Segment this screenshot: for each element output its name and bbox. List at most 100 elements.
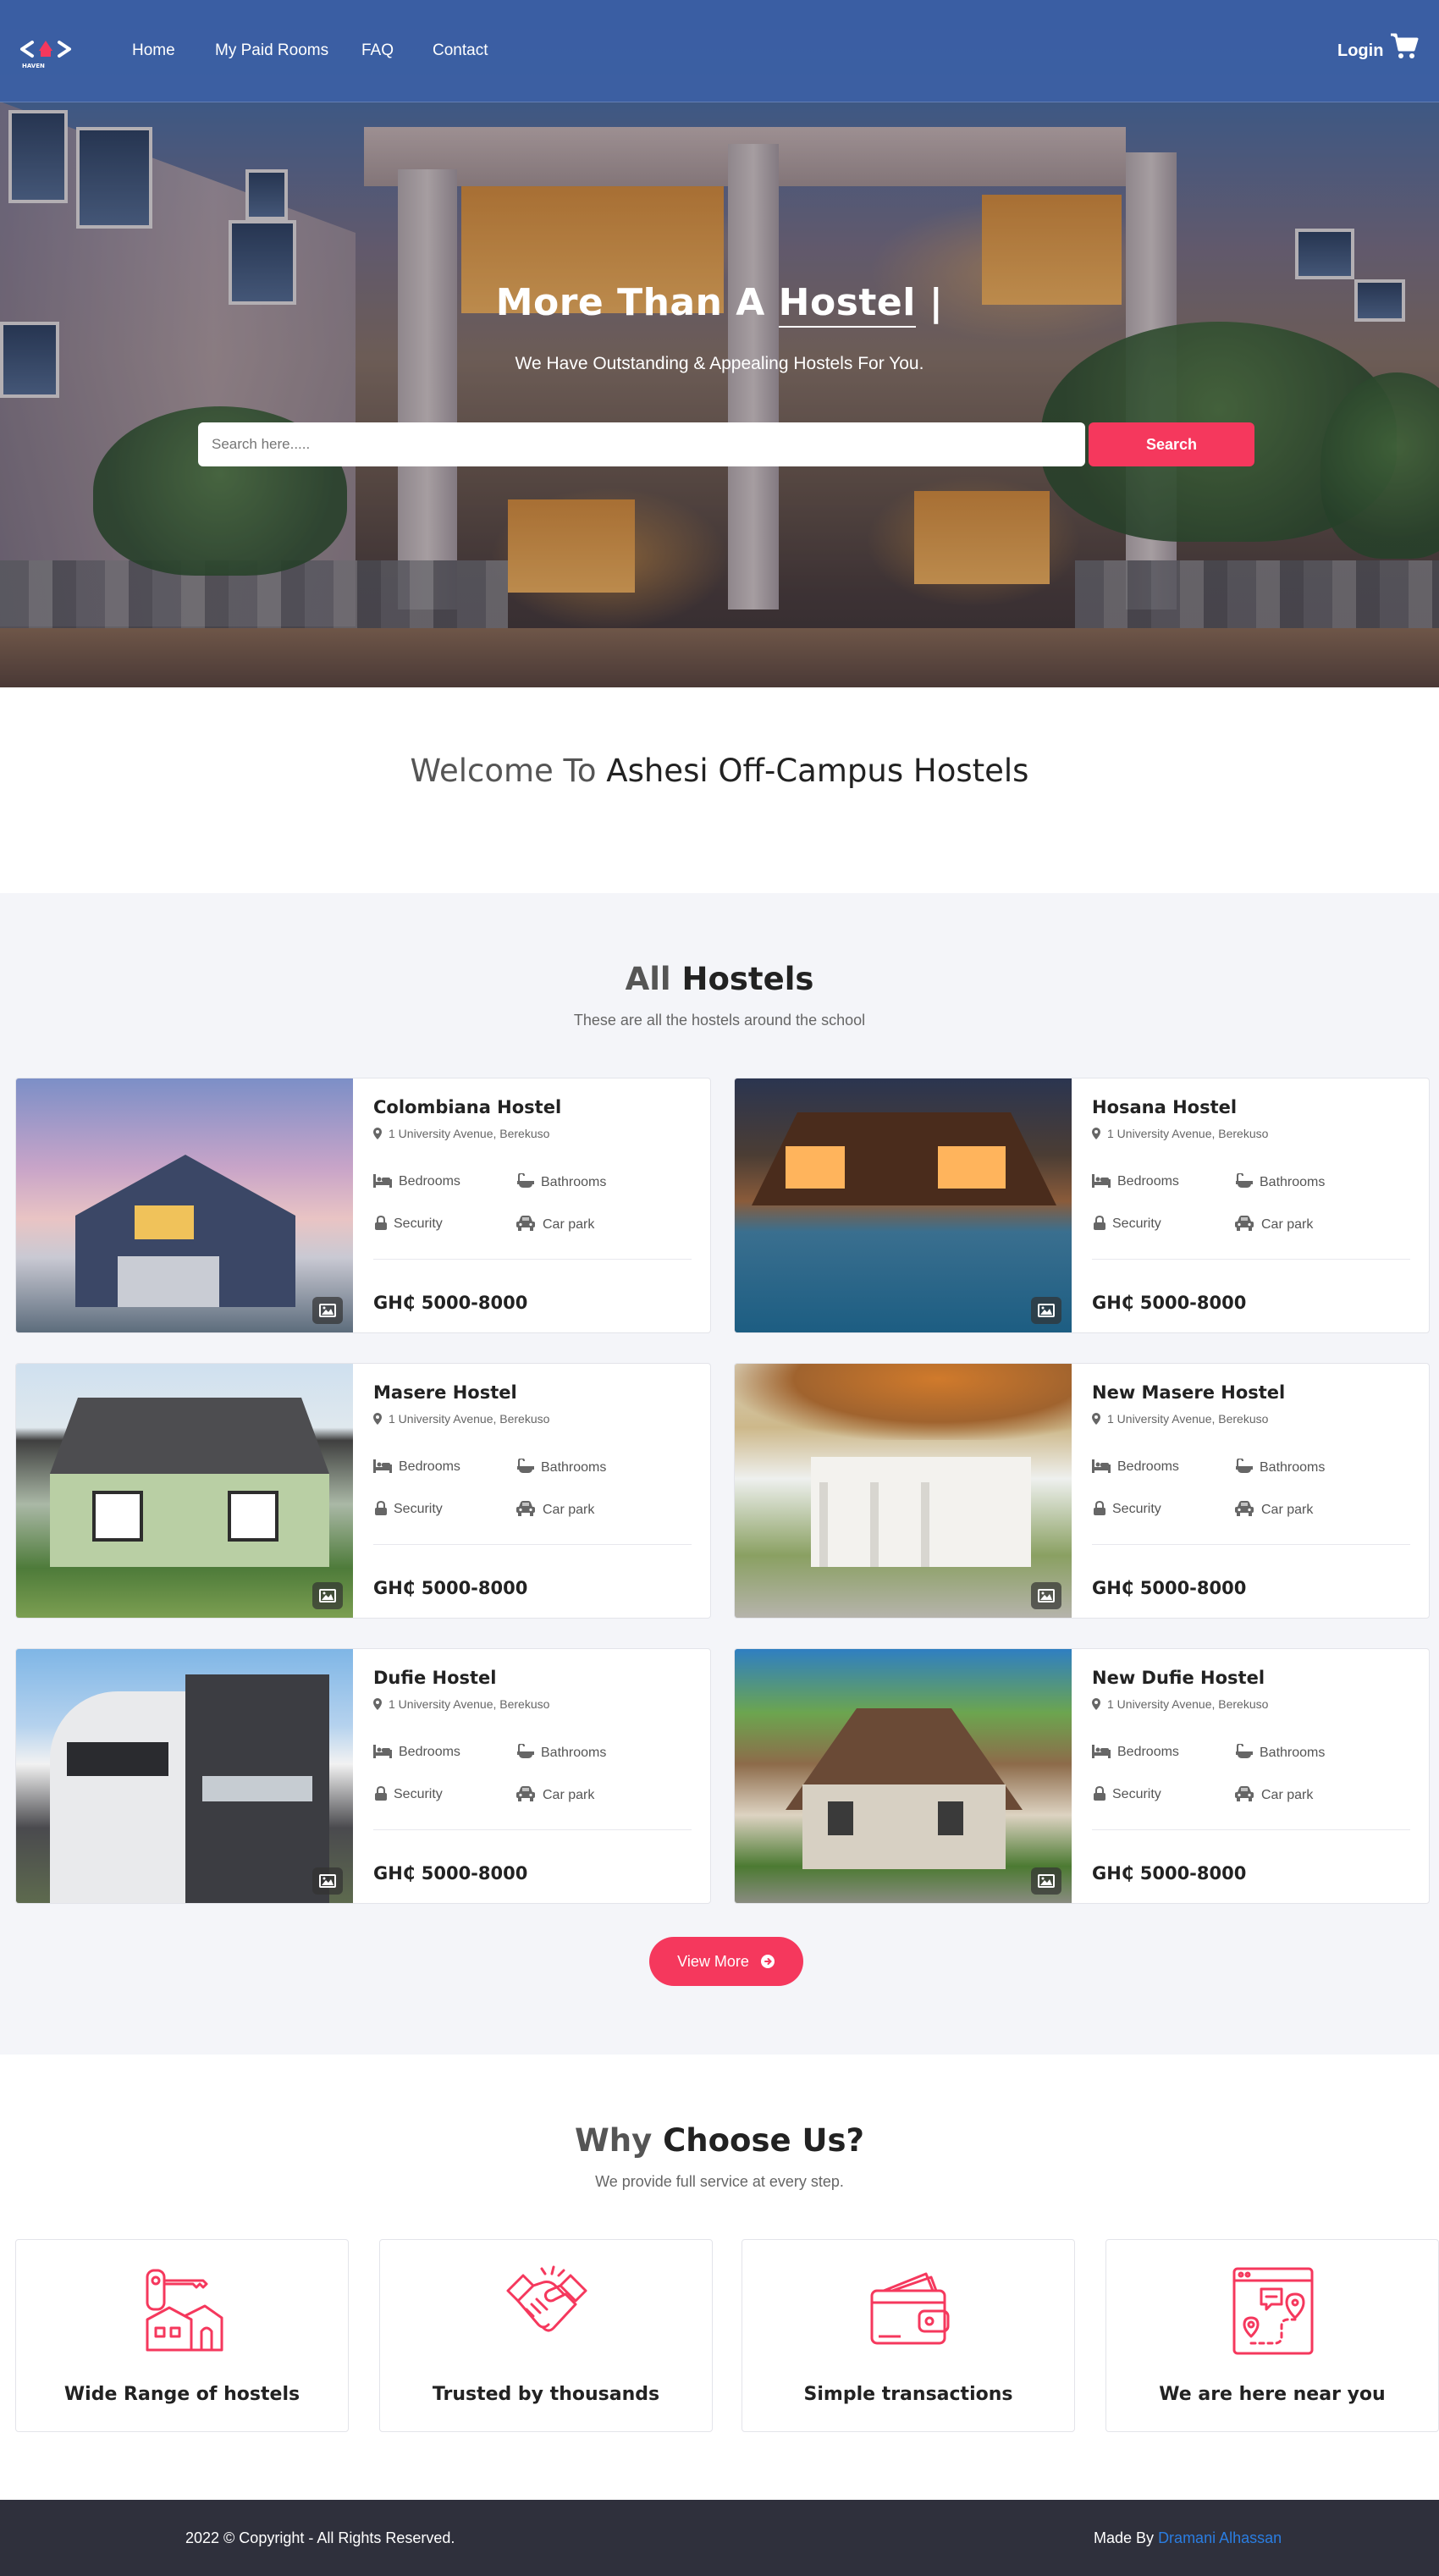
nav-link-faq[interactable]: FAQ — [361, 41, 394, 60]
feature-car-park: Car park — [1234, 1501, 1313, 1518]
hostel-photo[interactable] — [16, 1364, 353, 1618]
feature-car-park: Car park — [516, 1501, 594, 1518]
bath-icon — [1236, 1457, 1253, 1473]
card-divider — [1092, 1544, 1410, 1545]
gallery-button[interactable] — [1031, 1297, 1061, 1324]
shopping-cart-icon[interactable] — [1390, 32, 1419, 61]
feature-bedrooms: Bedrooms — [373, 1745, 460, 1760]
car-icon — [1235, 1501, 1254, 1516]
svg-text:HAVEN: HAVEN — [22, 63, 45, 69]
view-more-button[interactable]: View More — [649, 1937, 803, 1986]
gallery-button[interactable] — [312, 1582, 343, 1609]
feature-security: Security — [375, 1500, 443, 1517]
hostel-card[interactable]: Hosana Hostel 1 University Avenue, Bereku… — [734, 1078, 1430, 1333]
search-input[interactable] — [198, 422, 1085, 466]
hostel-price: GH₵ 5000-8000 — [373, 1578, 528, 1598]
hostel-name[interactable]: Masere Hostel — [373, 1382, 517, 1403]
hostel-name[interactable]: Colombiana Hostel — [373, 1097, 561, 1117]
handshake-icon — [506, 2265, 587, 2332]
feature-security: Security — [1094, 1215, 1161, 1232]
car-icon — [1235, 1216, 1254, 1231]
welcome-section: Welcome To Ashesi Off-Campus Hostels — [0, 687, 1439, 893]
author-link[interactable]: Dramani Alhassan — [1158, 2529, 1282, 2546]
feature-security: Security — [375, 1215, 443, 1232]
image-gallery-icon — [1038, 1589, 1055, 1602]
nav-link-my-paid-rooms[interactable]: My Paid Rooms — [215, 41, 328, 60]
footer: 2022 © Copyright - All Rights Reserved. … — [0, 2500, 1439, 2576]
map-location-icon — [1232, 2267, 1314, 2355]
hostel-photo[interactable] — [16, 1078, 353, 1332]
gallery-button[interactable] — [1031, 1582, 1061, 1609]
hostel-address: 1 University Avenue, Berekuso — [1092, 1127, 1268, 1140]
hostel-name[interactable]: New Dufie Hostel — [1092, 1668, 1265, 1688]
hostel-address: 1 University Avenue, Berekuso — [373, 1697, 549, 1711]
why-card-label: We are here near you — [1159, 2384, 1386, 2405]
nav-link-contact[interactable]: Contact — [433, 41, 488, 60]
hostel-card[interactable]: Colombiana Hostel 1 University Avenue, Be… — [15, 1078, 711, 1333]
hostel-card[interactable]: New Dufie Hostel 1 University Avenue, Ber… — [734, 1648, 1430, 1904]
hostel-address: 1 University Avenue, Berekuso — [1092, 1697, 1268, 1711]
feature-bedrooms: Bedrooms — [1092, 1174, 1179, 1189]
lock-icon — [375, 1785, 387, 1801]
haven-logo[interactable]: HAVEN — [19, 32, 73, 69]
feature-bedrooms: Bedrooms — [373, 1459, 460, 1475]
lock-icon — [375, 1215, 387, 1230]
hostel-photo[interactable] — [735, 1364, 1072, 1618]
bed-icon — [373, 1745, 392, 1758]
bath-icon — [517, 1172, 534, 1188]
hostel-price: GH₵ 5000-8000 — [1092, 1578, 1247, 1598]
lock-icon — [1094, 1785, 1105, 1801]
image-gallery-icon — [319, 1874, 336, 1888]
login-link[interactable]: Login — [1337, 41, 1383, 61]
hostel-price: GH₵ 5000-8000 — [373, 1293, 528, 1313]
map-pin-icon — [1092, 1698, 1100, 1710]
why-card-trusted: Trusted by thousands — [379, 2239, 713, 2432]
feature-bedrooms: Bedrooms — [373, 1174, 460, 1189]
hostel-name[interactable]: Hosana Hostel — [1092, 1097, 1237, 1117]
car-icon — [1235, 1786, 1254, 1801]
feature-security: Security — [1094, 1785, 1161, 1802]
hostel-price: GH₵ 5000-8000 — [1092, 1293, 1247, 1313]
hostels-heading: All Hostels — [625, 961, 814, 997]
hostel-photo[interactable] — [735, 1649, 1072, 1903]
why-card-range: Wide Range of hostels — [15, 2239, 349, 2432]
wallet-icon — [870, 2272, 950, 2345]
gallery-button[interactable] — [312, 1297, 343, 1324]
feature-bathrooms: Bathrooms — [517, 1457, 606, 1476]
lock-icon — [375, 1500, 387, 1515]
lock-icon — [1094, 1500, 1105, 1515]
gallery-button[interactable] — [1031, 1867, 1061, 1895]
hero-title-prefix: More Than A — [495, 281, 765, 324]
hostel-card[interactable]: New Masere Hostel 1 University Avenue, Be… — [734, 1363, 1430, 1619]
hostel-card[interactable]: Dufie Hostel 1 University Avenue, Berekus… — [15, 1648, 711, 1904]
house-key-icon — [146, 2269, 223, 2352]
bath-icon — [517, 1742, 534, 1758]
feature-car-park: Car park — [1234, 1216, 1313, 1233]
card-divider — [373, 1544, 692, 1545]
nav-link-home[interactable]: Home — [132, 41, 175, 60]
feature-bathrooms: Bathrooms — [1236, 1457, 1325, 1476]
hostel-name[interactable]: New Masere Hostel — [1092, 1382, 1285, 1403]
image-gallery-icon — [1038, 1874, 1055, 1888]
why-choose-us-section: Why Choose Us? We provide full service a… — [0, 2055, 1439, 2500]
feature-bathrooms: Bathrooms — [1236, 1172, 1325, 1190]
arrow-circle-right-icon — [760, 1954, 775, 1968]
car-icon — [516, 1501, 535, 1516]
hostel-card[interactable]: Masere Hostel 1 University Avenue, Bereku… — [15, 1363, 711, 1619]
bed-icon — [373, 1174, 392, 1188]
top-navbar: HAVEN Home My Paid Rooms FAQ Contact Log… — [0, 0, 1439, 102]
hostel-photo[interactable] — [735, 1078, 1072, 1332]
feature-security: Security — [375, 1785, 443, 1802]
hostel-name[interactable]: Dufie Hostel — [373, 1668, 496, 1688]
bed-icon — [373, 1459, 392, 1473]
card-divider — [373, 1259, 692, 1260]
feature-security: Security — [1094, 1500, 1161, 1517]
gallery-button[interactable] — [312, 1867, 343, 1895]
copyright-text: 2022 © Copyright - All Rights Reserved. — [185, 2529, 455, 2546]
feature-bathrooms: Bathrooms — [1236, 1742, 1325, 1761]
hostel-photo[interactable] — [16, 1649, 353, 1903]
map-pin-icon — [373, 1128, 382, 1139]
search-button[interactable]: Search — [1089, 422, 1254, 466]
why-card-label: Trusted by thousands — [432, 2384, 660, 2405]
map-pin-icon — [373, 1413, 382, 1425]
